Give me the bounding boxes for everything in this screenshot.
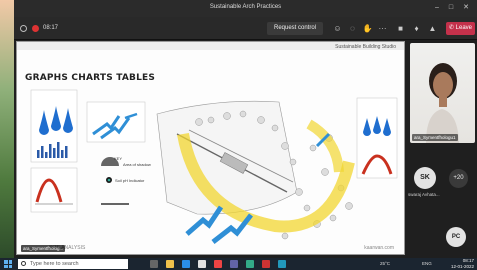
key-shadow-label: Area of shadow <box>123 162 151 167</box>
share-icon[interactable]: ▲ <box>427 23 438 34</box>
key-soil-label: Soil pH Indicator <box>115 178 145 183</box>
request-control-button[interactable]: Request control <box>267 22 323 35</box>
site-plan <box>156 100 355 240</box>
meeting-toolbar: 08:17 Request control ☺ ◌ ✋ ··· ■ ♦ ▲ ✆ … <box>14 17 477 40</box>
temperature-card <box>30 167 78 213</box>
chrome-icon[interactable] <box>214 260 222 268</box>
avatar-sk[interactable]: SK <box>414 167 436 189</box>
file-explorer-icon[interactable] <box>166 260 174 268</box>
edge-icon[interactable] <box>182 260 190 268</box>
windows-start-icon[interactable] <box>4 260 12 268</box>
site-wind-arrow <box>211 213 253 244</box>
window-title: Sustainable Arch Practices <box>209 4 282 10</box>
taskbar-search[interactable]: Type here to search <box>18 259 128 269</box>
temperature-text: 25°C <box>380 261 391 266</box>
key-title: KEY <box>114 156 123 161</box>
store-icon[interactable] <box>198 260 206 268</box>
people-icon[interactable]: ☺ <box>332 23 343 34</box>
screen: Sustainable Arch Practices – □ ✕ 08:17 R… <box>0 0 477 270</box>
slide-footer-brand: kaarwan.com <box>364 245 394 251</box>
desktop-background <box>0 0 14 258</box>
leave-button[interactable]: ✆ Leave <box>446 22 475 35</box>
participant-portrait <box>426 63 459 143</box>
mic-icon[interactable]: ♦ <box>411 23 422 34</box>
close-icon[interactable]: ✕ <box>461 3 471 13</box>
meeting-timer: 08:17 <box>43 25 59 31</box>
participant-video-name: ara_Symentfhologu1 <box>412 134 458 141</box>
teams-icon[interactable] <box>230 260 238 268</box>
system-clock[interactable]: 08:17 12-01-2022 <box>451 258 474 270</box>
maximize-icon[interactable]: □ <box>446 3 456 13</box>
search-icon <box>21 261 26 266</box>
participant-panel: ara_Symentfhologu1 SK +20 swaraj Avhata.… <box>406 41 477 256</box>
task-view-icon[interactable] <box>150 260 158 268</box>
shared-slide: Sustainable Building Studio GRAPHS CHART… <box>16 41 405 255</box>
chat-icon[interactable]: ◌ <box>347 23 358 34</box>
title-bar: Sustainable Arch Practices – □ ✕ <box>14 0 477 17</box>
minimize-icon[interactable]: – <box>432 3 442 13</box>
participant-video[interactable]: ara_Symentfhologu1 <box>410 43 475 143</box>
language-text[interactable]: ENG <box>422 261 432 266</box>
excel-icon[interactable] <box>246 260 254 268</box>
taskbar: Type here to search 25°C ENG 08:17 12-01… <box>0 258 477 270</box>
search-placeholder: Type here to search <box>30 261 79 267</box>
more-icon[interactable]: ··· <box>377 23 388 34</box>
slide-heading: GRAPHS CHARTS TABLES <box>25 73 156 83</box>
teams-window: Sustainable Arch Practices – □ ✕ 08:17 R… <box>14 0 477 258</box>
avatar-pc[interactable]: PC <box>446 227 466 247</box>
participant-sk-name: swaraj Avhata... <box>408 192 440 197</box>
more-participants-badge[interactable]: +20 <box>449 169 468 188</box>
raise-hand-icon[interactable]: ✋ <box>362 23 373 34</box>
camera-icon[interactable]: ■ <box>395 23 406 34</box>
presenter-tag: ara_Symentfholog... <box>21 245 66 252</box>
clock-date: 12-01-2022 <box>450 264 474 269</box>
app-icon[interactable] <box>278 260 286 268</box>
pdf-icon[interactable] <box>262 260 270 268</box>
climate-card-right <box>356 97 398 179</box>
shield-icon <box>20 25 27 32</box>
recording-icon <box>32 25 39 32</box>
